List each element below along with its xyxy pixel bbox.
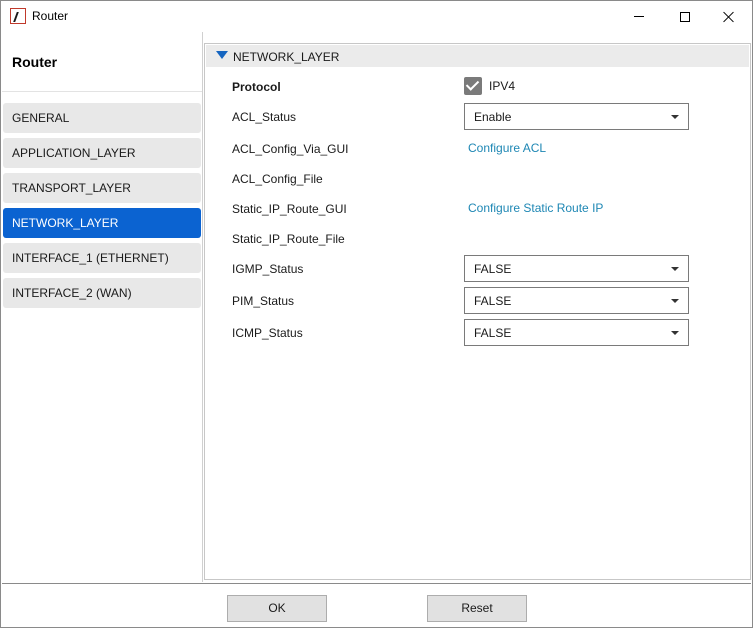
sidebar-divider: [2, 91, 202, 92]
static-route-gui-label: Static_IP_Route_GUI: [232, 202, 347, 216]
igmp-status-select[interactable]: FALSE: [464, 255, 689, 282]
configure-static-route-link[interactable]: Configure Static Route IP: [468, 201, 603, 215]
triangle-down-icon[interactable]: [216, 51, 228, 59]
network-layer-panel: NETWORK_LAYER Protocol IPV4 ACL_Status E…: [204, 43, 751, 580]
sidebar-title: Router: [12, 54, 58, 70]
router-window: Router Router GENERAL APPLICATION_LAYER …: [0, 0, 753, 628]
ipv4-checkbox-label[interactable]: IPV4: [489, 79, 515, 93]
icmp-status-value: FALSE: [474, 326, 512, 340]
close-button[interactable]: [706, 1, 752, 32]
configure-acl-link[interactable]: Configure ACL: [468, 141, 546, 155]
icmp-status-label: ICMP_Status: [232, 326, 303, 340]
icmp-status-select[interactable]: FALSE: [464, 319, 689, 346]
sidebar-item-network-layer[interactable]: NETWORK_LAYER: [3, 208, 201, 238]
minimize-button[interactable]: [616, 1, 662, 32]
acl-config-gui-label: ACL_Config_Via_GUI: [232, 142, 349, 156]
igmp-status-value: FALSE: [474, 262, 512, 276]
pim-status-select[interactable]: FALSE: [464, 287, 689, 314]
chevron-down-icon: [671, 267, 679, 271]
static-route-file-label: Static_IP_Route_File: [232, 232, 345, 246]
minimize-icon: [634, 16, 644, 17]
sidebar-item-application-layer[interactable]: APPLICATION_LAYER: [3, 138, 201, 168]
protocol-label: Protocol: [232, 80, 281, 94]
title-bar: Router: [1, 1, 752, 32]
sidebar-item-transport-layer[interactable]: TRANSPORT_LAYER: [3, 173, 201, 203]
section-title: NETWORK_LAYER: [233, 50, 340, 64]
dialog-footer: OK Reset: [2, 583, 751, 627]
reset-button[interactable]: Reset: [427, 595, 527, 622]
maximize-icon: [680, 11, 690, 22]
sidebar-item-general[interactable]: GENERAL: [3, 103, 201, 133]
sidebar: Router GENERAL APPLICATION_LAYER TRANSPO…: [2, 32, 203, 582]
section-header[interactable]: NETWORK_LAYER: [206, 45, 749, 67]
acl-status-select[interactable]: Enable: [464, 103, 689, 130]
pim-status-value: FALSE: [474, 294, 512, 308]
close-icon: [723, 11, 735, 23]
pim-status-label: PIM_Status: [232, 294, 295, 308]
sidebar-item-interface-1[interactable]: INTERFACE_1 (ETHERNET): [3, 243, 201, 273]
acl-status-label: ACL_Status: [232, 110, 297, 124]
acl-status-value: Enable: [474, 110, 512, 124]
chevron-down-icon: [671, 299, 679, 303]
acl-config-file-label: ACL_Config_File: [232, 172, 323, 186]
igmp-status-label: IGMP_Status: [232, 262, 304, 276]
chevron-down-icon: [671, 331, 679, 335]
ok-button[interactable]: OK: [227, 595, 327, 622]
sidebar-item-interface-2[interactable]: INTERFACE_2 (WAN): [3, 278, 201, 308]
window-title: Router: [32, 9, 69, 23]
app-logo-icon: [10, 8, 26, 24]
ipv4-checkbox[interactable]: [464, 77, 482, 95]
maximize-button[interactable]: [662, 1, 708, 32]
chevron-down-icon: [671, 115, 679, 119]
